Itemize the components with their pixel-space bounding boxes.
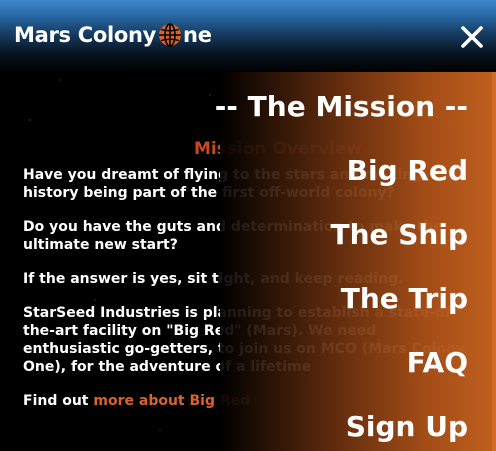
page: Mars Colony ne Mission Overview Have yo [0,0,496,451]
menu-item-the-mission[interactable]: -- The Mission -- [215,90,468,123]
nav-menu-panel: -- The Mission -- Big Red The Ship The T… [215,72,496,451]
find-out-prefix: Find out [23,393,94,409]
menu-item-faq[interactable]: FAQ [407,346,468,379]
logo-text-primary: Mars Colony [14,23,157,47]
site-logo[interactable]: Mars Colony ne [14,23,212,47]
site-header: Mars Colony ne [0,0,496,72]
close-menu-button[interactable] [455,20,489,54]
menu-item-big-red[interactable]: Big Red [347,154,468,187]
logo-text-secondary: ne [183,23,212,47]
close-icon [461,26,483,48]
globe-icon [158,23,182,47]
menu-item-sign-up[interactable]: Sign Up [346,410,468,443]
menu-item-the-ship[interactable]: The Ship [330,218,468,251]
menu-item-the-trip[interactable]: The Trip [341,282,468,315]
